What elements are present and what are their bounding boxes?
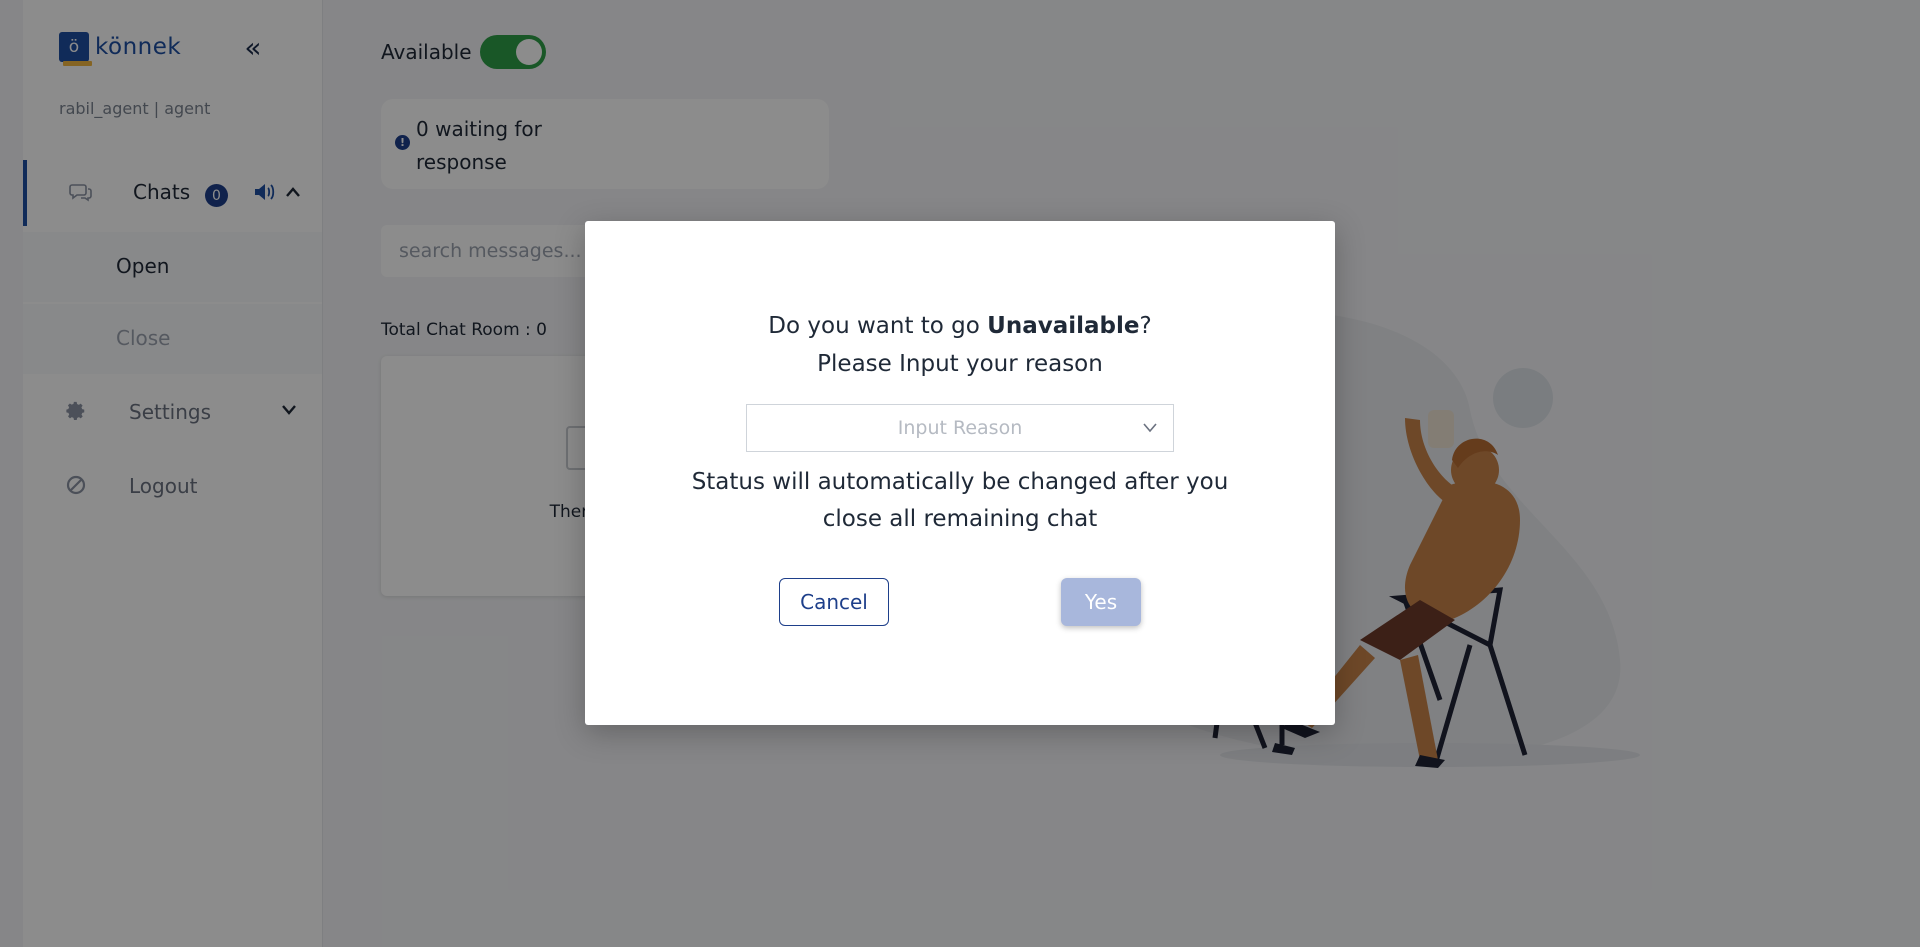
dialog-title-prefix: Do you want to go bbox=[768, 313, 988, 339]
dialog-title: Do you want to go Unavailable? Please In… bbox=[585, 307, 1335, 383]
dialog-note-line1: Status will automatically be changed aft… bbox=[691, 469, 1229, 495]
reason-select[interactable]: Input Reason bbox=[746, 404, 1174, 452]
dialog-subtitle: Please Input your reason bbox=[817, 351, 1103, 377]
dialog-title-emphasis: Unavailable bbox=[987, 313, 1140, 339]
chevron-down-icon bbox=[1141, 413, 1159, 448]
dialog-note-line2: close all remaining chat bbox=[822, 506, 1098, 532]
dialog-note: Status will automatically be changed aft… bbox=[685, 464, 1235, 538]
unavailable-dialog: Do you want to go Unavailable? Please In… bbox=[585, 221, 1335, 725]
reason-placeholder: Input Reason bbox=[897, 417, 1023, 439]
dialog-title-suffix: ? bbox=[1139, 313, 1152, 339]
yes-button[interactable]: Yes bbox=[1061, 578, 1141, 626]
cancel-button[interactable]: Cancel bbox=[779, 578, 889, 626]
